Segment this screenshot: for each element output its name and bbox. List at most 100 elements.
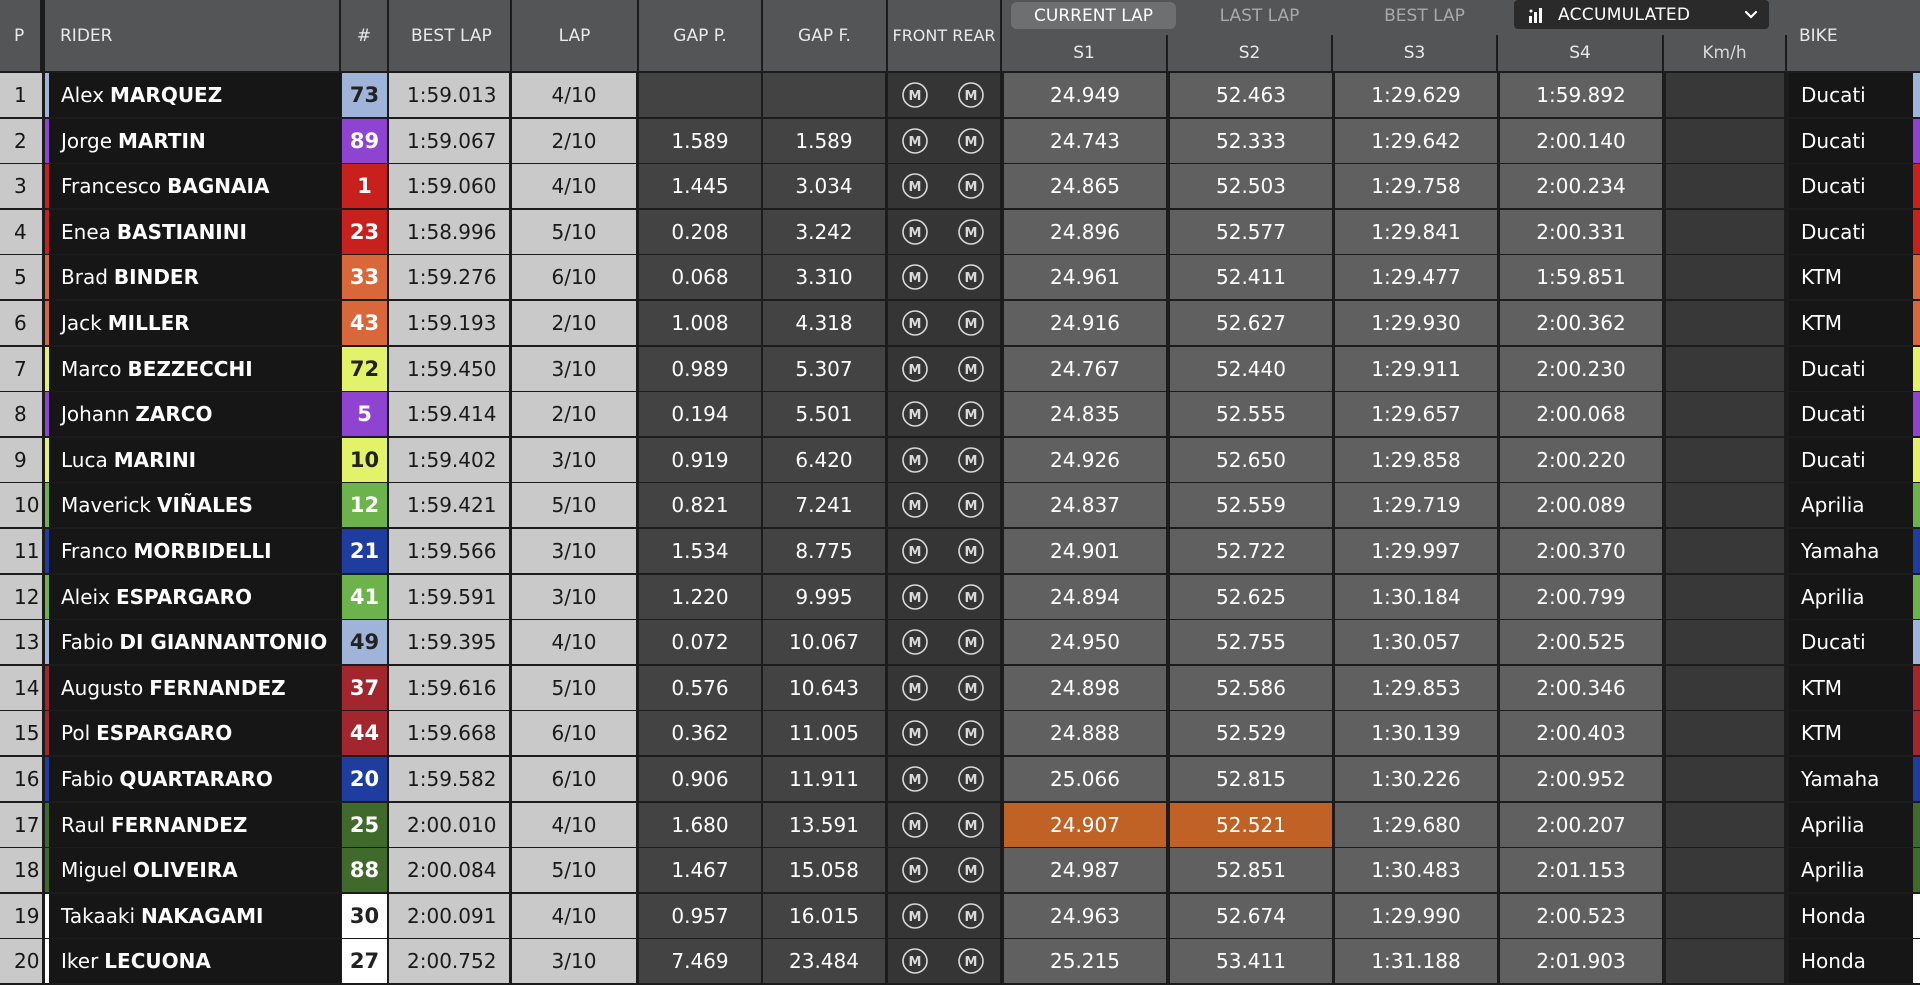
table-row[interactable]: 19 Takaaki NAKAGAMI 30 2:00.091 4/10 0.957 16.0… xyxy=(0,893,1920,940)
sector-1-cell: 24.894 xyxy=(1004,574,1166,619)
table-row[interactable]: 11 Franco MORBIDELLI 21 1:59.566 3/10 1.534 8.7… xyxy=(0,529,1920,575)
tyre-front-icon: M xyxy=(901,538,928,564)
sector-1-cell: 24.916 xyxy=(1004,301,1166,345)
rider-name-cell[interactable]: Brad BINDER xyxy=(49,255,341,300)
rider-name-cell[interactable]: Iker LECUONA xyxy=(49,939,341,984)
rider-name-cell[interactable]: Maverick VIÑALES xyxy=(49,483,341,528)
sector-1-cell: 25.066 xyxy=(1004,757,1166,801)
lap-cell: 6/10 xyxy=(512,711,636,756)
speed-cell xyxy=(1666,164,1784,209)
speed-cell xyxy=(1666,939,1784,984)
rider-name-cell[interactable]: Marco BEZZECCHI xyxy=(49,346,341,391)
best-lap-cell: 1:59.395 xyxy=(389,620,509,665)
rear-tyre-cell: M xyxy=(941,529,1000,573)
svg-text:M: M xyxy=(964,89,977,104)
lap-cell: 3/10 xyxy=(512,939,636,984)
bike-cell: Ducati xyxy=(1789,437,1913,482)
svg-text:M: M xyxy=(908,408,921,423)
rider-name-cell[interactable]: Alex MARQUEZ xyxy=(49,73,341,117)
gap-first-cell: 9.995 xyxy=(763,574,885,619)
rider-name-cell[interactable]: Raul FERNANDEZ xyxy=(49,802,341,847)
rider-number-badge: 73 xyxy=(342,73,387,117)
team-color-edge xyxy=(1913,301,1920,345)
tyre-rear-icon: M xyxy=(957,948,984,975)
tyre-rear-icon: M xyxy=(957,173,984,199)
rider-name-cell[interactable]: Luca MARINI xyxy=(49,437,341,482)
rider-name-cell[interactable]: Fabio DI GIANNANTONIO xyxy=(49,620,341,665)
svg-text:M: M xyxy=(964,636,977,651)
sector-1-cell: 24.987 xyxy=(1004,848,1166,893)
rider-name-cell[interactable]: Pol ESPARGARO xyxy=(49,711,341,756)
sector-3-cell: 1:29.758 xyxy=(1335,164,1497,209)
position-cell: 13 xyxy=(0,620,42,665)
speed-cell xyxy=(1666,802,1784,847)
svg-text:M: M xyxy=(908,955,921,970)
sector-3-cell: 1:30.226 xyxy=(1335,757,1497,801)
sector-1-cell: 24.743 xyxy=(1004,118,1166,163)
rider-name-cell[interactable]: Aleix ESPARGARO xyxy=(49,574,341,619)
svg-text:M: M xyxy=(908,499,921,514)
table-row[interactable]: 18 Miguel OLIVEIRA 88 2:00.084 5/10 1.467 15.05… xyxy=(0,848,1920,894)
table-row[interactable]: 17 Raul FERNANDEZ 25 2:00.010 4/10 1.680 13.591… xyxy=(0,802,1920,849)
lap-cell: 5/10 xyxy=(512,665,636,710)
front-tyre-cell: M xyxy=(888,802,941,847)
table-row[interactable]: 9 Luca MARINI 10 1:59.402 3/10 0.919 6.420 M M 24.… xyxy=(0,437,1920,484)
rider-name-cell[interactable]: Franco MORBIDELLI xyxy=(49,529,341,573)
table-row[interactable]: 5 Brad BINDER 33 1:59.276 6/10 0.068 3.310 M M 24.… xyxy=(0,255,1920,301)
table-row[interactable]: 13 Fabio DI GIANNANTONIO 49 1:59.395 4/10 0.07… xyxy=(0,620,1920,666)
table-row[interactable]: 2 Jorge MARTIN 89 1:59.067 2/10 1.589 1.589 M M 24… xyxy=(0,118,1920,165)
rider-name-cell[interactable]: Francesco BAGNAIA xyxy=(49,164,341,209)
best-lap-cell: 1:59.414 xyxy=(389,392,509,437)
rider-name-cell[interactable]: Jack MILLER xyxy=(49,301,341,345)
table-row[interactable]: 20 Iker LECUONA 27 2:00.752 3/10 7.469 23.484 M M… xyxy=(0,939,1920,985)
bike-cell: Ducati xyxy=(1789,346,1913,391)
table-row[interactable]: 4 Enea BASTIANINI 23 1:58.996 5/10 0.208 3.242 M… xyxy=(0,209,1920,256)
rider-number-badge: 21 xyxy=(342,529,387,573)
table-row[interactable]: 10 Maverick VIÑALES 12 1:59.421 5/10 0.821 7.24… xyxy=(0,483,1920,529)
rider-name-cell[interactable]: Fabio QUARTARARO xyxy=(49,757,341,801)
bike-cell: Yamaha xyxy=(1789,529,1913,573)
svg-text:M: M xyxy=(908,180,921,195)
table-row[interactable]: 12 Aleix ESPARGARO 41 1:59.591 3/10 1.220 9.995… xyxy=(0,574,1920,621)
table-row[interactable]: 3 Francesco BAGNAIA 1 1:59.060 4/10 1.445 3.034… xyxy=(0,164,1920,210)
gap-previous-cell: 1.445 xyxy=(639,164,761,209)
table-row[interactable]: 8 Johann ZARCO 5 1:59.414 2/10 0.194 5.501 M M 24.… xyxy=(0,392,1920,438)
rider-name-cell[interactable]: Takaaki NAKAGAMI xyxy=(49,893,341,938)
sector-3-cell: 1:29.629 xyxy=(1335,73,1497,117)
rider-name-cell[interactable]: Augusto FERNANDEZ xyxy=(49,665,341,710)
rider-name-cell[interactable]: Jorge MARTIN xyxy=(49,118,341,163)
table-row[interactable]: 6 Jack MILLER 43 1:59.193 2/10 1.008 4.318 M M 24.… xyxy=(0,301,1920,347)
svg-text:M: M xyxy=(908,545,921,560)
accumulated-dropdown[interactable]: ACCUMULATED xyxy=(1514,0,1769,29)
tab-last-lap[interactable]: LAST LAP xyxy=(1177,2,1342,29)
rear-tyre-cell: M xyxy=(941,73,1000,117)
position-cell: 2 xyxy=(0,118,42,163)
gap-first-cell: 6.420 xyxy=(763,437,885,482)
tab-current-lap[interactable]: CURRENT LAP xyxy=(1011,2,1176,29)
rider-first-name: Maverick xyxy=(61,493,152,518)
table-row[interactable]: 14 Augusto FERNANDEZ 37 1:59.616 5/10 0.576 10.… xyxy=(0,665,1920,712)
gap-previous-cell: 1.680 xyxy=(639,802,761,847)
position-cell: 16 xyxy=(0,757,42,801)
tab-best-lap[interactable]: BEST LAP xyxy=(1342,2,1507,29)
table-row[interactable]: 1 Alex MARQUEZ 73 1:59.013 4/10 M M 24.949 52.463… xyxy=(0,73,1920,119)
best-lap-cell: 1:59.402 xyxy=(389,437,509,482)
rider-name-cell[interactable]: Miguel OLIVEIRA xyxy=(49,848,341,893)
table-row[interactable]: 16 Fabio QUARTARARO 20 1:59.582 6/10 0.906 11.9… xyxy=(0,757,1920,803)
team-color-edge xyxy=(1913,255,1920,300)
table-row[interactable]: 7 Marco BEZZECCHI 72 1:59.450 3/10 0.989 5.307 M… xyxy=(0,346,1920,393)
table-row[interactable]: 15 Pol ESPARGARO 44 1:59.668 6/10 0.362 11.005 M… xyxy=(0,711,1920,757)
front-tyre-cell: M xyxy=(888,711,941,756)
rider-name-cell[interactable]: Enea BASTIANINI xyxy=(49,209,341,254)
sector-4-cell: 2:00.403 xyxy=(1500,711,1662,756)
lap-cell: 4/10 xyxy=(512,164,636,209)
sector-4-cell: 2:00.234 xyxy=(1500,164,1662,209)
rider-name-cell[interactable]: Johann ZARCO xyxy=(49,392,341,437)
bike-cell: Ducati xyxy=(1789,73,1913,117)
position-cell: 20 xyxy=(0,939,42,984)
front-tyre-cell: M xyxy=(888,301,941,345)
svg-text:M: M xyxy=(964,317,977,332)
gap-previous-cell: 0.957 xyxy=(639,893,761,938)
best-lap-cell: 2:00.010 xyxy=(389,802,509,847)
svg-text:M: M xyxy=(908,591,921,606)
